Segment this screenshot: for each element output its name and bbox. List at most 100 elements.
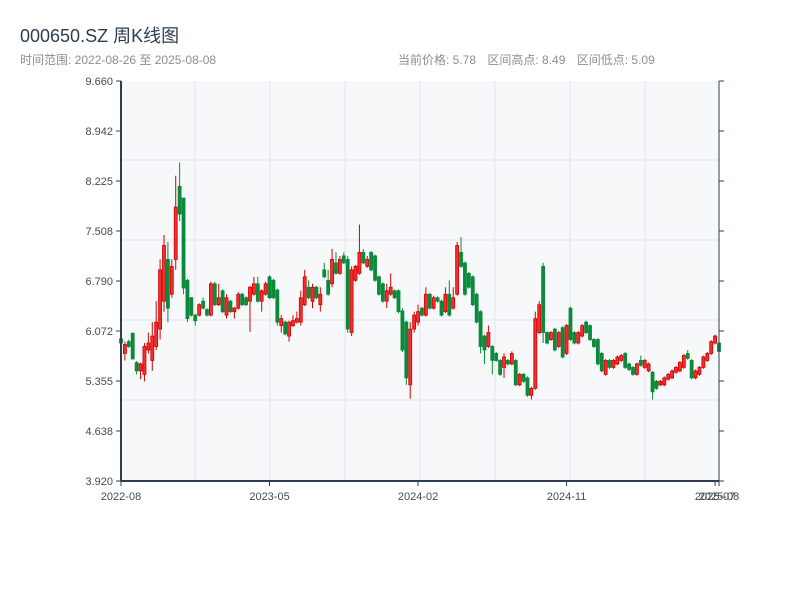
- candle-body: [197, 304, 202, 316]
- candle-down: [369, 251, 374, 272]
- candle-down: [631, 366, 635, 376]
- candle-body: [138, 363, 143, 372]
- candle-body: [412, 314, 417, 330]
- candle-body: [631, 367, 635, 375]
- candle-body: [377, 276, 381, 295]
- candle-body: [635, 363, 639, 375]
- candle-down: [623, 352, 628, 369]
- candle-up: [674, 366, 678, 374]
- candle-down: [275, 288, 280, 326]
- candle-body: [255, 283, 260, 302]
- candle-body: [533, 318, 538, 389]
- candle-body: [361, 252, 366, 264]
- candle-body: [455, 245, 460, 295]
- candle-down: [627, 362, 632, 371]
- candle-body: [556, 332, 561, 347]
- candle-up: [509, 351, 514, 366]
- candle-up: [564, 324, 569, 355]
- candle-up: [517, 372, 522, 387]
- candle-up: [662, 376, 667, 387]
- candle-body: [435, 297, 440, 302]
- candle-body: [701, 356, 706, 368]
- candle-up: [709, 340, 714, 355]
- candle-body: [181, 197, 186, 289]
- candle-body: [623, 353, 628, 368]
- candle-up: [670, 369, 674, 380]
- candle-body: [384, 290, 389, 302]
- candle-down: [494, 352, 499, 362]
- candle-up: [162, 235, 166, 312]
- candle-body: [486, 332, 491, 347]
- candle-body: [588, 325, 592, 340]
- candle-body: [474, 293, 479, 323]
- candle-body: [365, 258, 370, 267]
- candle-up: [693, 369, 698, 380]
- candle-up: [705, 352, 710, 362]
- candle-body: [603, 360, 608, 375]
- candle-up: [713, 334, 717, 345]
- candle-body: [240, 293, 245, 306]
- candle-body: [568, 307, 573, 340]
- candle-body: [326, 279, 331, 295]
- candle-down: [552, 327, 557, 352]
- candle-down: [404, 320, 409, 385]
- candle-down: [267, 275, 272, 300]
- x-tick-label: 2023-05: [249, 491, 289, 503]
- candle-down: [185, 278, 190, 323]
- candle-down: [568, 306, 573, 341]
- candle-body: [478, 311, 483, 347]
- candle-body: [545, 332, 549, 344]
- candle-body: [678, 362, 682, 372]
- candle-body: [201, 300, 205, 309]
- candle-up: [549, 331, 553, 341]
- candle-down: [283, 320, 288, 336]
- candle-body: [193, 314, 198, 322]
- candle-body: [658, 380, 663, 386]
- candle-body: [447, 293, 452, 316]
- candle-body: [670, 370, 674, 379]
- candle-up: [635, 362, 639, 376]
- candle-body: [126, 341, 131, 347]
- candle-down: [189, 297, 194, 317]
- candle-body: [498, 360, 503, 375]
- candle-down: [654, 379, 659, 390]
- candle-body: [439, 300, 444, 316]
- candle-down: [400, 308, 405, 353]
- candle-body: [185, 279, 190, 320]
- candle-body: [357, 252, 362, 274]
- candle-down: [244, 296, 248, 307]
- candle-down: [228, 299, 233, 314]
- x-tick-label: 2022-08: [101, 491, 141, 503]
- candle-body: [607, 360, 612, 368]
- candle-down: [592, 338, 596, 348]
- candle-body: [224, 297, 229, 316]
- candle-up: [431, 295, 436, 310]
- candle-down: [314, 285, 319, 300]
- candle-body: [713, 335, 717, 344]
- candle-down: [420, 306, 424, 317]
- candle-body: [541, 265, 546, 333]
- candle-body: [166, 258, 170, 309]
- candle-body: [267, 276, 272, 299]
- candle-up: [642, 359, 647, 369]
- candle-body: [709, 341, 714, 354]
- candle-body: [330, 258, 334, 285]
- candle-up: [611, 359, 616, 369]
- candle-up: [158, 259, 162, 340]
- candle-body: [459, 252, 463, 267]
- candle-down: [572, 331, 577, 345]
- candle-body: [322, 269, 327, 278]
- candle-up: [353, 264, 358, 282]
- candle-down: [474, 292, 479, 324]
- candle-down: [599, 352, 604, 373]
- candle-body: [693, 370, 698, 379]
- candle-up: [603, 359, 608, 376]
- candle-body: [642, 360, 647, 368]
- candle-down: [466, 271, 471, 289]
- candle-body: [349, 269, 354, 333]
- candle-body: [490, 346, 495, 361]
- candle-body: [244, 297, 248, 306]
- candle-body: [283, 321, 288, 335]
- candle-body: [517, 373, 522, 386]
- candle-body: [681, 355, 686, 368]
